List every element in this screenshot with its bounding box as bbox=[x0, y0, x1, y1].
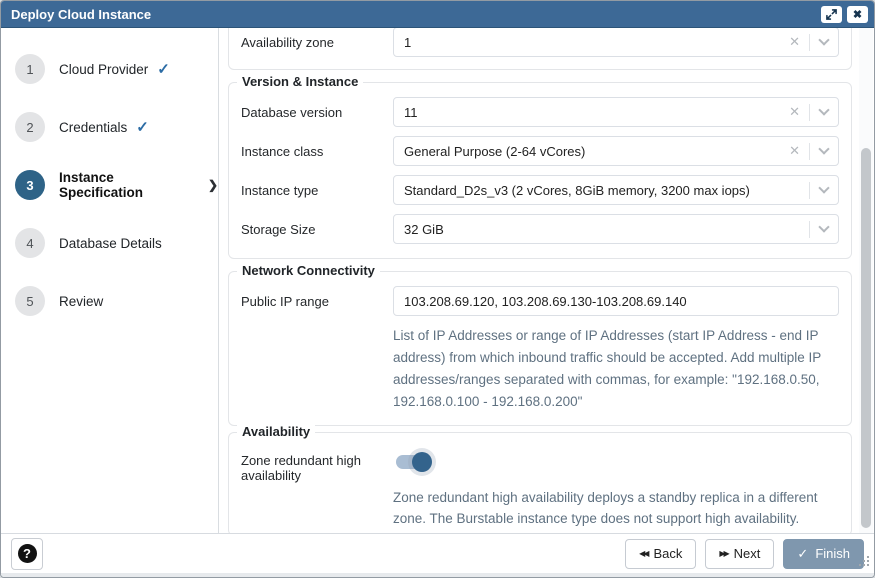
availability-legend: Availability bbox=[237, 424, 315, 439]
availability-fieldset: Availability Zone redundant high availab… bbox=[228, 432, 852, 533]
step-number-badge: 5 bbox=[15, 286, 45, 316]
clear-icon[interactable]: ✕ bbox=[789, 104, 800, 120]
public-ip-range-label: Public IP range bbox=[241, 286, 393, 309]
instance-type-label: Instance type bbox=[241, 175, 393, 198]
version-instance-legend: Version & Instance bbox=[237, 74, 363, 89]
chevron-down-icon[interactable] bbox=[818, 143, 829, 154]
double-right-arrow-icon: ▶▶ bbox=[719, 549, 727, 558]
chevron-right-icon: ❯ bbox=[208, 178, 218, 192]
finish-button-label: Finish bbox=[815, 546, 850, 561]
separator bbox=[809, 143, 810, 160]
step-instance-specification: 3 Instance Specification ❯ bbox=[1, 156, 218, 214]
close-button[interactable]: ✖ bbox=[847, 6, 868, 23]
zone-redundant-ha-label: Zone redundant high availability bbox=[241, 445, 393, 483]
step-label: Instance Specification bbox=[59, 170, 198, 200]
help-icon: ? bbox=[18, 544, 37, 563]
check-icon: ✓ bbox=[797, 546, 808, 562]
clear-icon[interactable]: ✕ bbox=[789, 34, 800, 50]
network-connectivity-fieldset: Network Connectivity Public IP range Lis… bbox=[228, 271, 852, 426]
step-review: 5 Review bbox=[1, 272, 218, 330]
zone-redundant-ha-help: Zone redundant high availability deploys… bbox=[393, 487, 839, 529]
step-credentials: 2 Credentials ✓ bbox=[1, 98, 218, 156]
network-connectivity-legend: Network Connectivity bbox=[237, 263, 380, 278]
zone-redundant-ha-toggle[interactable] bbox=[396, 455, 429, 469]
instance-class-value: General Purpose (2-64 vCores) bbox=[404, 144, 789, 159]
public-ip-range-help: List of IP Addresses or range of IP Addr… bbox=[393, 325, 839, 413]
step-number-badge: 1 bbox=[15, 54, 45, 84]
clear-icon[interactable]: ✕ bbox=[789, 143, 800, 159]
separator bbox=[809, 104, 810, 121]
step-database-details: 4 Database Details bbox=[1, 214, 218, 272]
availability-zone-select[interactable]: 1 ✕ bbox=[393, 28, 839, 57]
finish-button[interactable]: ✓ Finish bbox=[783, 539, 864, 569]
public-ip-range-input[interactable] bbox=[393, 286, 839, 316]
dialog-title: Deploy Cloud Instance bbox=[11, 7, 816, 22]
step-cloud-provider: 1 Cloud Provider ✓ bbox=[1, 40, 218, 98]
double-left-arrow-icon: ◀◀ bbox=[639, 549, 647, 558]
wizard-steps-sidebar: 1 Cloud Provider ✓ 2 Credentials ✓ 3 Ins… bbox=[1, 28, 219, 533]
scrollbar-thumb[interactable] bbox=[861, 148, 871, 528]
instance-specification-panel: Availability zone 1 ✕ Version bbox=[219, 28, 874, 533]
step-label: Cloud Provider bbox=[59, 62, 148, 77]
help-button[interactable]: ? bbox=[11, 538, 43, 570]
database-version-label: Database version bbox=[241, 97, 393, 120]
check-icon: ✓ bbox=[157, 60, 170, 78]
separator bbox=[809, 182, 810, 199]
next-button[interactable]: ▶▶ Next bbox=[705, 539, 774, 569]
back-button-label: Back bbox=[653, 546, 682, 561]
chevron-down-icon[interactable] bbox=[818, 182, 829, 193]
instance-type-select[interactable]: Standard_D2s_v3 (2 vCores, 8GiB memory, … bbox=[393, 175, 839, 205]
maximize-button[interactable] bbox=[821, 6, 842, 23]
instance-type-value: Standard_D2s_v3 (2 vCores, 8GiB memory, … bbox=[404, 183, 809, 198]
storage-size-value: 32 GiB bbox=[404, 222, 809, 237]
zone-fieldset: Availability zone 1 ✕ bbox=[228, 28, 852, 70]
maximize-icon bbox=[826, 9, 837, 20]
dialog-footer: ? ◀◀ Back ▶▶ Next ✓ Finish bbox=[1, 533, 874, 573]
chevron-down-icon[interactable] bbox=[818, 221, 829, 232]
step-number-badge: 2 bbox=[15, 112, 45, 142]
deploy-cloud-instance-dialog: Deploy Cloud Instance ✖ 1 Cloud Provider… bbox=[0, 0, 875, 578]
back-button[interactable]: ◀◀ Back bbox=[625, 539, 696, 569]
availability-zone-label: Availability zone bbox=[241, 28, 393, 50]
separator bbox=[809, 221, 810, 238]
instance-class-label: Instance class bbox=[241, 136, 393, 159]
instance-class-select[interactable]: General Purpose (2-64 vCores) ✕ bbox=[393, 136, 839, 166]
resize-grip[interactable] bbox=[859, 556, 871, 568]
dialog-bottom-edge bbox=[1, 573, 874, 578]
version-instance-fieldset: Version & Instance Database version 11 ✕ bbox=[228, 82, 852, 259]
storage-size-label: Storage Size bbox=[241, 214, 393, 237]
chevron-down-icon[interactable] bbox=[818, 34, 829, 45]
step-label: Database Details bbox=[59, 236, 162, 251]
close-icon: ✖ bbox=[853, 8, 862, 21]
check-icon: ✓ bbox=[136, 118, 149, 136]
dialog-titlebar: Deploy Cloud Instance ✖ bbox=[1, 1, 874, 28]
availability-zone-value: 1 bbox=[404, 35, 789, 50]
step-number-badge: 4 bbox=[15, 228, 45, 258]
database-version-select[interactable]: 11 ✕ bbox=[393, 97, 839, 127]
chevron-down-icon[interactable] bbox=[818, 104, 829, 115]
step-number-badge: 3 bbox=[15, 170, 45, 200]
next-button-label: Next bbox=[734, 546, 761, 561]
step-label: Credentials bbox=[59, 120, 127, 135]
separator bbox=[809, 34, 810, 51]
step-label: Review bbox=[59, 294, 103, 309]
database-version-value: 11 bbox=[404, 105, 789, 120]
vertical-scrollbar[interactable] bbox=[859, 28, 873, 533]
storage-size-select[interactable]: 32 GiB bbox=[393, 214, 839, 244]
toggle-knob bbox=[412, 452, 432, 472]
